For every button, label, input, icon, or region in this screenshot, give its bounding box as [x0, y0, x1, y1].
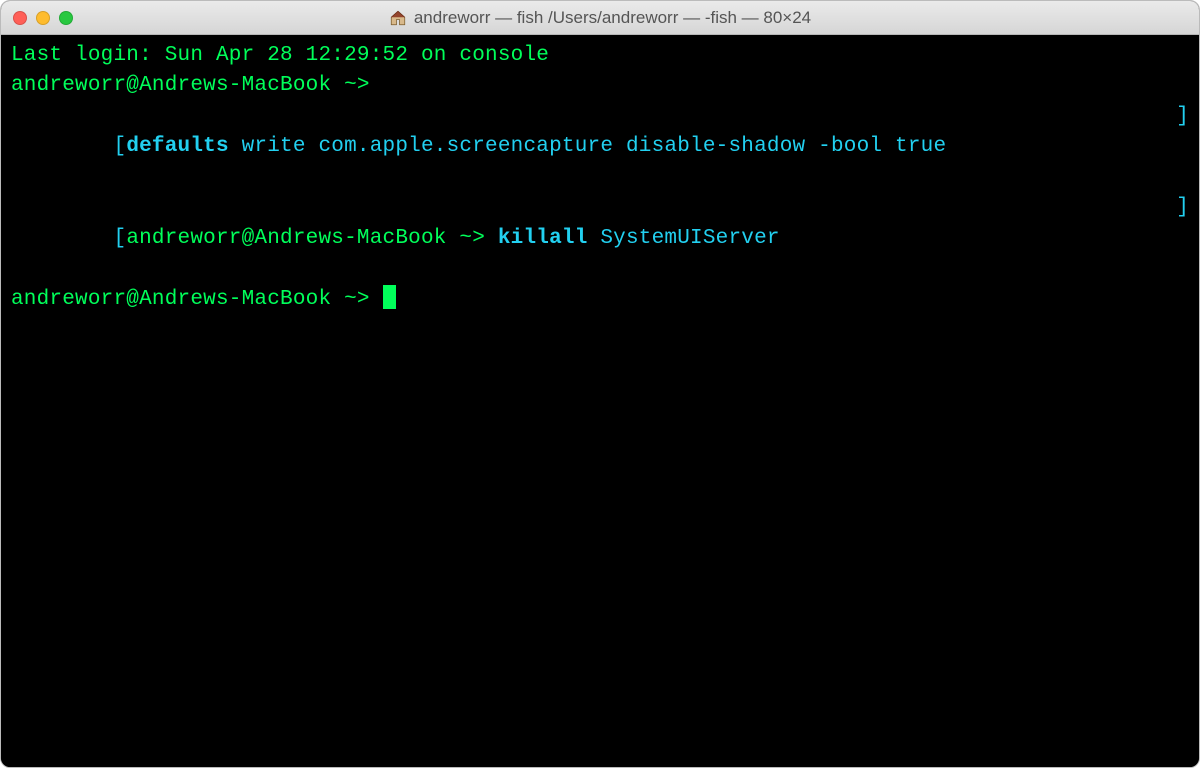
last-login-text: Last login: Sun Apr 28 12:29:52 on conso…	[11, 41, 549, 71]
terminal-body[interactable]: Last login: Sun Apr 28 12:29:52 on conso…	[1, 35, 1199, 767]
close-button[interactable]	[13, 11, 27, 25]
terminal-line: [defaults write com.apple.screencapture …	[11, 102, 1189, 193]
prompt-text: andreworr@Andrews-MacBook ~>	[126, 227, 498, 250]
terminal-line: [andreworr@Andrews-MacBook ~> killall Sy…	[11, 193, 1189, 284]
command-text: defaults	[126, 135, 229, 158]
bracket-right: ]	[1176, 102, 1189, 193]
bracket-left: [	[114, 227, 127, 250]
terminal-line: Last login: Sun Apr 28 12:29:52 on conso…	[11, 41, 1189, 71]
terminal-line: andreworr@Andrews-MacBook ~>	[11, 71, 1189, 101]
titlebar[interactable]: andreworr — fish /Users/andreworr — -fis…	[1, 1, 1199, 35]
minimize-button[interactable]	[36, 11, 50, 25]
prompt-text: andreworr@Andrews-MacBook ~>	[11, 71, 370, 101]
home-icon	[389, 9, 407, 27]
terminal-window: andreworr — fish /Users/andreworr — -fis…	[0, 0, 1200, 768]
window-title: andreworr — fish /Users/andreworr — -fis…	[1, 8, 1199, 28]
prompt-text: andreworr@Andrews-MacBook ~>	[11, 285, 383, 315]
bracket-right: ]	[1176, 193, 1189, 284]
cursor	[383, 285, 396, 309]
traffic-lights	[13, 11, 73, 25]
command-args: SystemUIServer	[588, 227, 780, 250]
command-args: write com.apple.screencapture disable-sh…	[229, 135, 946, 158]
zoom-button[interactable]	[59, 11, 73, 25]
terminal-line: andreworr@Andrews-MacBook ~>	[11, 285, 1189, 315]
window-title-text: andreworr — fish /Users/andreworr — -fis…	[414, 8, 811, 28]
command-text: killall	[498, 227, 588, 250]
bracket-left: [	[114, 135, 127, 158]
